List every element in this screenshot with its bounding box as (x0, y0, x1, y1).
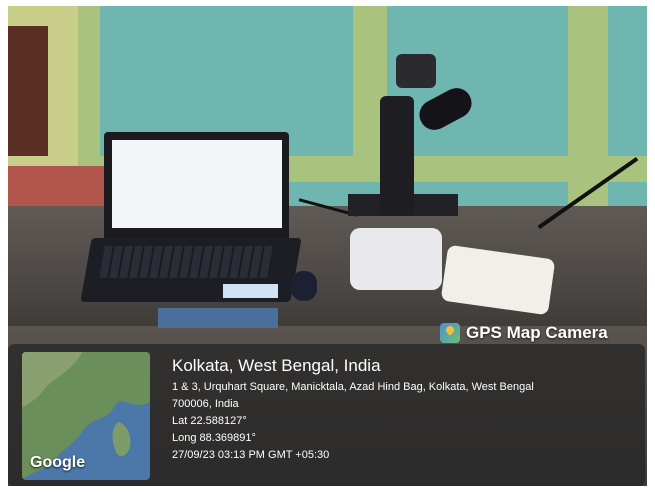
laptop-screen (112, 140, 282, 228)
gps-map-camera-watermark: GPS Map Camera (440, 320, 608, 346)
microscope-camera (396, 54, 436, 88)
microscope-arm (380, 96, 414, 216)
address-line-1: 1 & 3, Urquhart Square, Manicktala, Azad… (172, 381, 534, 393)
microscope-base (350, 228, 442, 290)
address-line-2: 700006, India (172, 398, 239, 410)
location-details: Kolkata, West Bengal, India 1 & 3, Urquh… (172, 356, 534, 464)
laptop-keyboard (99, 246, 275, 278)
gps-map-camera-icon (440, 323, 460, 343)
computer-mouse (291, 271, 317, 301)
laptop-sticker (223, 284, 278, 298)
latitude: Lat 22.588127° (172, 415, 247, 427)
google-logo: Google (30, 454, 86, 471)
longitude: Long 88.369891° (172, 432, 256, 444)
timestamp: 27/09/23 03:13 PM GMT +05:30 (172, 449, 330, 461)
door (8, 26, 48, 156)
blue-strip (158, 308, 278, 328)
location-info-panel: Google Kolkata, West Bengal, India 1 & 3… (8, 344, 645, 486)
location-title: Kolkata, West Bengal, India (172, 356, 381, 375)
watermark-label: GPS Map Camera (466, 323, 608, 342)
map-thumbnail: Google (22, 352, 150, 480)
